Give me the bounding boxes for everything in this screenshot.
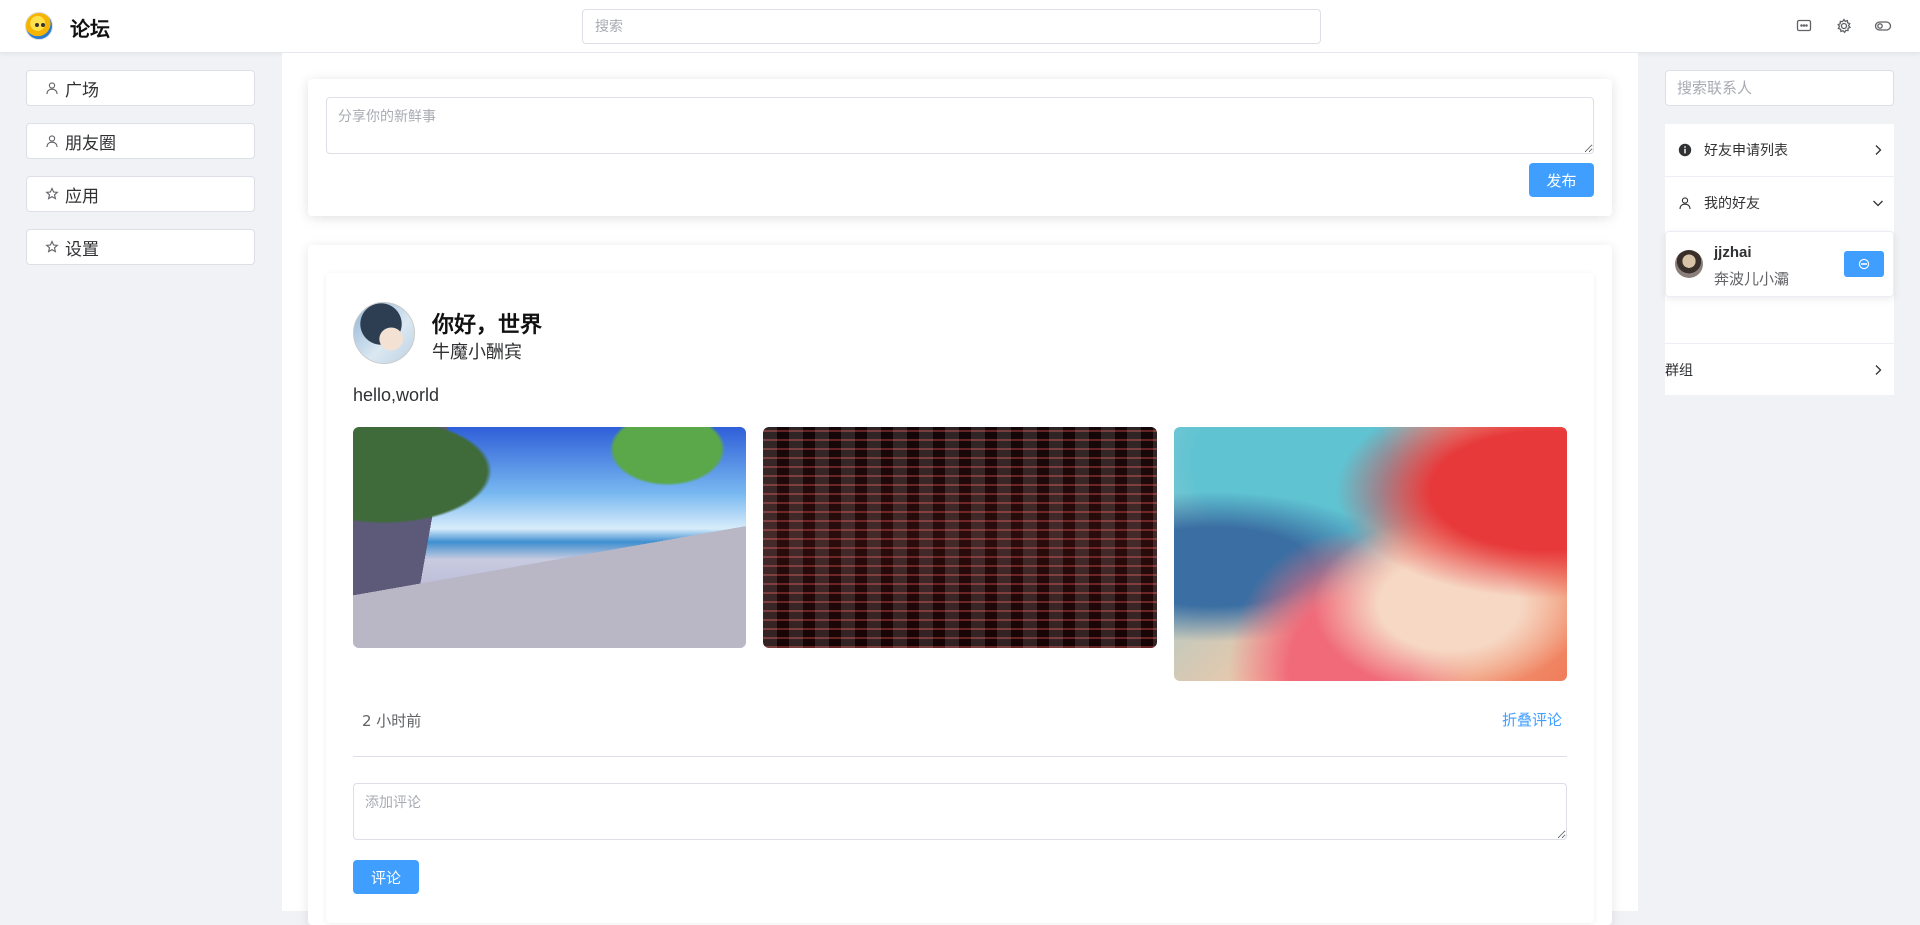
user-icon xyxy=(1678,196,1692,210)
nav-item-label: 朋友圈 xyxy=(65,133,116,154)
my-friends-label: 我的好友 xyxy=(1704,196,1760,212)
logo[interactable] xyxy=(25,12,53,40)
nav-item-label: 应用 xyxy=(65,186,99,207)
top-header: 论坛 xyxy=(0,0,1920,53)
groups-row[interactable]: 群组 xyxy=(1665,344,1894,395)
compose-card: 发布 xyxy=(308,79,1612,216)
chat-button[interactable] xyxy=(1844,251,1884,277)
post-author[interactable]: 牛魔小酬宾 xyxy=(432,338,522,364)
friend-subtitle: 奔波儿小灞 xyxy=(1714,270,1790,288)
nav-item-plaza[interactable]: 广场 xyxy=(26,70,255,106)
star-icon xyxy=(45,240,59,254)
chat-icon[interactable] xyxy=(1795,17,1813,35)
friend-requests-label: 好友申请列表 xyxy=(1704,143,1788,159)
avatar[interactable] xyxy=(353,302,415,364)
comment-button[interactable]: 评论 xyxy=(353,860,419,894)
chevron-down-icon xyxy=(1872,197,1884,209)
friend-requests-row[interactable]: 好友申请列表 xyxy=(1665,124,1894,176)
chevron-right-icon xyxy=(1872,364,1884,376)
post-title: 你好，世界 xyxy=(432,313,543,338)
user-icon xyxy=(45,134,59,148)
contact-search-input[interactable] xyxy=(1665,70,1894,106)
post-body: hello,world xyxy=(353,385,440,405)
nav-item-settings[interactable]: 设置 xyxy=(26,229,255,265)
nav-item-label: 设置 xyxy=(65,239,99,260)
divider xyxy=(353,756,1567,757)
chevron-right-icon xyxy=(1872,144,1884,156)
comment-input[interactable] xyxy=(353,783,1567,840)
nav-item-moments[interactable]: 朋友圈 xyxy=(26,123,255,159)
compose-input[interactable] xyxy=(326,97,1594,154)
post-timestamp: 2 小时前 xyxy=(362,712,422,730)
info-icon xyxy=(1678,143,1692,157)
star-icon xyxy=(45,187,59,201)
my-friends-row[interactable]: 我的好友 xyxy=(1665,177,1894,229)
avatar xyxy=(1675,250,1703,278)
search-input[interactable] xyxy=(582,9,1321,44)
groups-label: 群组 xyxy=(1665,362,1693,379)
friend-name: jjzhai xyxy=(1714,244,1752,261)
nav-item-label: 广场 xyxy=(65,80,99,101)
nav-item-apps[interactable]: 应用 xyxy=(26,176,255,212)
post-image-2[interactable] xyxy=(763,427,1157,648)
post-image-3[interactable] xyxy=(1174,427,1567,681)
user-icon xyxy=(45,81,59,95)
publish-button[interactable]: 发布 xyxy=(1529,163,1594,197)
gear-icon[interactable] xyxy=(1835,17,1853,35)
fold-comments-link[interactable]: 折叠评论 xyxy=(1502,709,1562,730)
chat-bubble-icon xyxy=(1858,258,1870,270)
toggle-icon[interactable] xyxy=(1874,17,1892,35)
post-image-1[interactable] xyxy=(353,427,746,648)
app-title: 论坛 xyxy=(70,17,110,41)
